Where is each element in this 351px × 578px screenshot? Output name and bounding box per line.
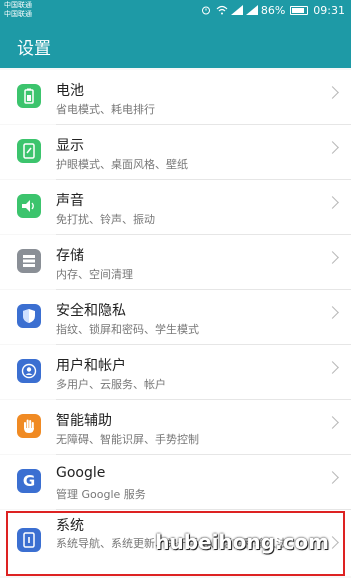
carrier-labels: 中国联通 中国联通 [4, 1, 32, 19]
chevron-right-icon [326, 196, 339, 209]
battery-percent: 86% [260, 3, 286, 17]
item-subtitle: 内存、空间清理 [56, 268, 133, 281]
chevron-right-icon [326, 471, 339, 484]
page-title: 设置 [17, 39, 51, 59]
item-title: 智能辅助 [56, 413, 112, 429]
clock: 09:31 [313, 3, 345, 17]
user-icon [17, 359, 41, 383]
item-subtitle: 指纹、锁屏和密码、学生模式 [56, 323, 199, 336]
item-title: 声音 [56, 193, 84, 209]
carrier-1: 中国联通 [4, 1, 32, 9]
chevron-right-icon [326, 361, 339, 374]
settings-item-sound[interactable]: 声音 免打扰、铃声、振动 [0, 180, 351, 234]
settings-item-storage[interactable]: 存储 内存、空间清理 [0, 235, 351, 289]
google-icon: G [17, 469, 41, 493]
sound-icon [17, 194, 41, 218]
chevron-right-icon [326, 251, 339, 264]
signal-icon-2 [245, 5, 258, 15]
hand-icon [17, 414, 41, 438]
item-subtitle: 护眼模式、桌面风格、壁纸 [56, 158, 188, 171]
chevron-right-icon [326, 306, 339, 319]
item-subtitle: 省电模式、耗电排行 [56, 103, 155, 116]
item-title: 安全和隐私 [56, 303, 126, 319]
chevron-right-icon [326, 141, 339, 154]
battery-icon [17, 84, 41, 108]
watermark: hubeihong.com [155, 530, 329, 554]
settings-item-battery[interactable]: 电池 省电模式、耗电排行 [0, 70, 351, 124]
settings-item-users[interactable]: 用户和帐户 多用户、云服务、帐户 [0, 345, 351, 399]
item-subtitle: 多用户、云服务、帐户 [56, 378, 166, 391]
display-icon [17, 139, 41, 163]
shield-icon [17, 304, 41, 328]
chevron-right-icon [326, 86, 339, 99]
settings-item-security[interactable]: 安全和隐私 指纹、锁屏和密码、学生模式 [0, 290, 351, 344]
item-title: 存储 [56, 248, 84, 264]
settings-item-assist[interactable]: 智能辅助 无障碍、智能识屏、手势控制 [0, 400, 351, 454]
item-title: 电池 [56, 83, 84, 99]
status-bar: 中国联通 中国联通 86% 09:31 [0, 0, 351, 22]
item-subtitle: 免打扰、铃声、振动 [56, 213, 155, 226]
alarm-icon [201, 5, 211, 15]
app-bar: 设置 [0, 22, 351, 68]
battery-icon [290, 5, 309, 15]
wifi-icon [216, 5, 228, 15]
item-subtitle: 管理 Google 服务 [56, 488, 146, 501]
carrier-2: 中国联通 [4, 10, 32, 18]
item-title: 用户和帐户 [56, 358, 126, 374]
settings-item-display[interactable]: 显示 护眼模式、桌面风格、壁纸 [0, 125, 351, 179]
status-icons: 86% 09:31 [201, 3, 345, 17]
item-title: 显示 [56, 138, 84, 154]
storage-icon [17, 249, 41, 273]
item-title: Google [56, 465, 106, 481]
chevron-right-icon [326, 416, 339, 429]
signal-icon [230, 5, 243, 15]
settings-item-google[interactable]: G Google 管理 Google 服务 [0, 455, 351, 509]
item-subtitle: 无障碍、智能识屏、手势控制 [56, 433, 199, 446]
